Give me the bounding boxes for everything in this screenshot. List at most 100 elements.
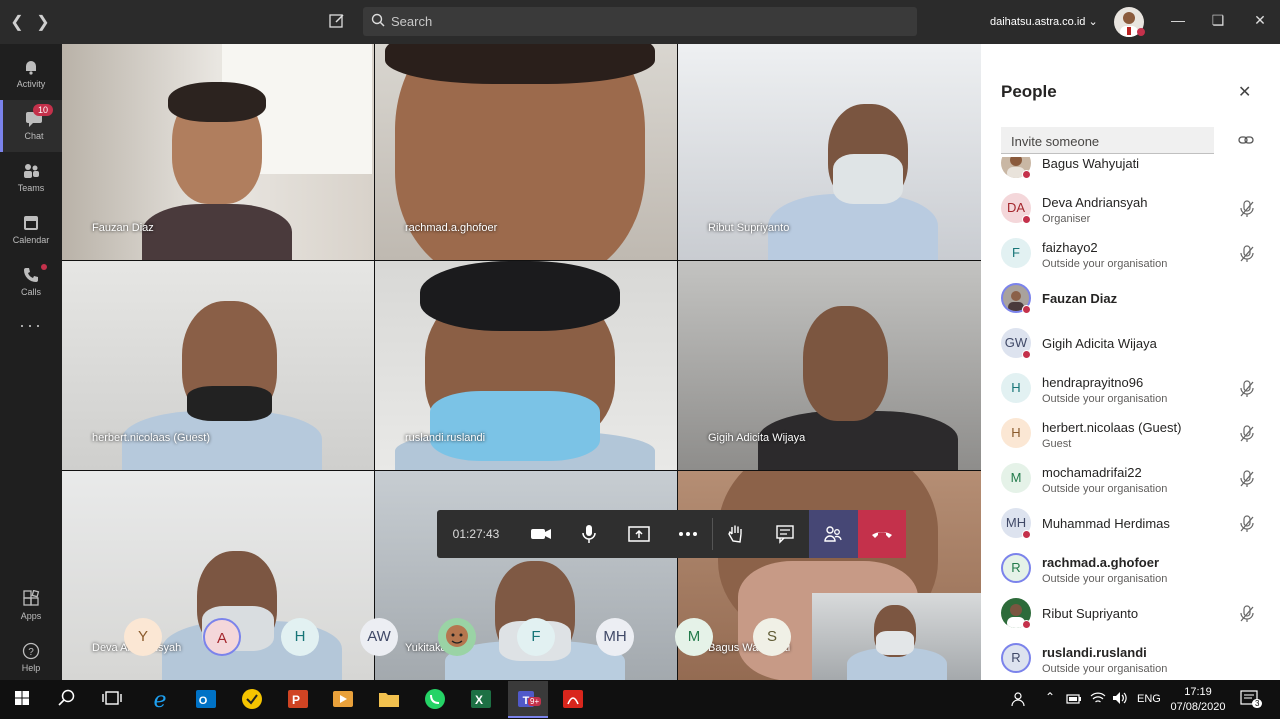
person-role: Outside your organisation [1042,258,1168,270]
raise-hand-button[interactable] [712,510,761,558]
participant-avatar[interactable]: F [517,618,555,656]
whatsapp-icon [425,689,445,709]
excel-icon: X [471,690,491,708]
participants-button[interactable] [809,510,858,558]
media-app[interactable] [330,686,356,712]
teams-app-active[interactable]: T 9+ [508,681,548,718]
self-preview[interactable] [812,593,981,680]
video-tile[interactable]: rachmad.a.ghofoer [375,44,677,260]
person-initials: F [1001,238,1031,268]
svg-text:O: O [199,695,208,707]
rail-teams[interactable]: Teams [0,152,62,204]
participant-avatar[interactable]: AW [360,618,398,656]
person-name: ruslandi.ruslandi [1042,645,1147,660]
list-item[interactable]: H herbert.nicolaas (Guest) Guest [981,412,1280,457]
face-mask [876,631,914,655]
list-item[interactable]: H hendraprayitno96 Outside your organisa… [981,367,1280,412]
search-taskbar-button[interactable] [55,686,81,712]
list-item-speaking[interactable]: Fauzan Diaz [981,277,1280,322]
file-explorer-app[interactable] [376,686,402,712]
start-button[interactable] [10,686,36,712]
video-tile[interactable]: Gigih Adicita Wijaya [678,261,981,470]
rail-calendar[interactable]: Calendar [0,204,62,256]
person-role: Outside your organisation [1042,573,1168,585]
input-language[interactable]: ENG [1137,693,1161,705]
person-name: Muhammad Herdimas [1042,516,1170,531]
rail-calls[interactable]: Calls [0,256,62,308]
video-tile[interactable]: Ribut Supriyanto [678,44,981,260]
list-item[interactable]: DA Deva Andriansyah Organiser [981,187,1280,232]
more-actions-button[interactable] [663,510,712,558]
title-bar: ❮ ❯ Search daihatsu.astra.co.id ⌄ — ❏ ✕ [0,0,1280,44]
clock[interactable]: 17:19 07/08/2020 [1170,685,1226,715]
hang-up-button[interactable] [858,510,906,558]
call-timer: 01:27:43 [452,527,500,541]
participant-avatar-speaking[interactable]: A [203,618,241,656]
participant-avatar[interactable]: H [281,618,319,656]
show-hidden-icons[interactable]: ⌃ [1045,690,1055,704]
edge-app[interactable]: e [147,686,173,713]
search-input[interactable]: Search [363,7,917,36]
outlook-app[interactable]: O [193,686,219,712]
list-item[interactable]: MH Muhammad Herdimas [981,502,1280,547]
minimize-icon[interactable]: — [1168,12,1188,28]
task-view-button[interactable] [100,686,126,712]
svg-text:X: X [475,693,483,707]
list-item-speaking[interactable]: R rachmad.a.ghofoer Outside your organis… [981,547,1280,592]
participant-name: Gigih Adicita Wijaya [708,432,806,444]
list-item[interactable]: M mochamadrifai22 Outside your organisat… [981,457,1280,502]
video-tile[interactable]: herbert.nicolaas (Guest) [62,261,374,470]
mic-muted-icon [1239,605,1255,628]
video-tile[interactable]: ruslandi.ruslandi [375,261,677,470]
participant-avatar-photo[interactable] [438,618,476,656]
presence-busy [1022,350,1031,359]
excel-app[interactable]: X [468,686,494,712]
list-item-speaking[interactable]: R ruslandi.ruslandi Outside your organis… [981,637,1280,680]
participants-icon [824,526,842,542]
camera-button[interactable] [516,510,565,558]
mic-button[interactable] [565,510,614,558]
participant-name: Fauzan Diaz [92,222,154,234]
participant-avatar[interactable]: M [675,618,713,656]
rail-help[interactable]: ? Help [0,632,62,684]
acrobat-app[interactable] [560,686,586,712]
maximize-icon[interactable]: ❏ [1208,12,1228,29]
rail-activity[interactable]: Activity [0,48,62,100]
participant-avatar[interactable]: S [753,618,791,656]
list-item[interactable]: F faizhayo2 Outside your organisation [981,232,1280,277]
person-name: Bagus Wahyujati [1042,157,1140,171]
person-hair [168,82,266,122]
org-switcher[interactable]: daihatsu.astra.co.id ⌄ [990,15,1098,28]
whatsapp-app[interactable] [422,686,448,712]
person-initials: H [1001,418,1031,448]
person-name: Deva Andriansyah [1042,195,1148,210]
invite-input[interactable]: Invite someone [1001,127,1214,154]
people-tray-icon[interactable] [1010,690,1028,713]
close-panel-icon[interactable]: ✕ [1238,82,1251,102]
share-button[interactable] [614,510,663,558]
person-name: Ribut Supriyanto [1042,606,1139,621]
list-item[interactable]: Bagus Wahyujati [981,157,1280,187]
volume-icon[interactable] [1112,691,1128,710]
more-apps-icon[interactable]: ··· [0,310,62,340]
copy-link-icon[interactable] [1238,133,1254,151]
list-item[interactable]: GW Gigih Adicita Wijaya [981,322,1280,367]
participant-avatar[interactable]: Y [124,618,162,656]
back-arrow-icon[interactable]: ❮ [8,12,26,32]
share-screen-icon [628,526,650,542]
list-item[interactable]: Ribut Supriyanto [981,592,1280,637]
participant-avatar[interactable]: MH [596,618,634,656]
video-tile[interactable]: Fauzan Diaz [62,44,374,260]
person-initials: H [1001,373,1031,403]
rail-chat[interactable]: 10 Chat [0,100,62,152]
battery-icon[interactable] [1066,692,1082,710]
wifi-icon[interactable] [1090,691,1106,710]
compose-icon[interactable] [328,12,346,35]
rail-apps[interactable]: Apps [0,580,62,632]
close-icon[interactable]: ✕ [1250,12,1270,29]
forward-arrow-icon[interactable]: ❯ [34,12,52,32]
rail-label: Chat [24,131,44,141]
norton-app[interactable] [239,686,265,712]
powerpoint-app[interactable]: P [285,686,311,712]
chat-button[interactable] [761,510,810,558]
